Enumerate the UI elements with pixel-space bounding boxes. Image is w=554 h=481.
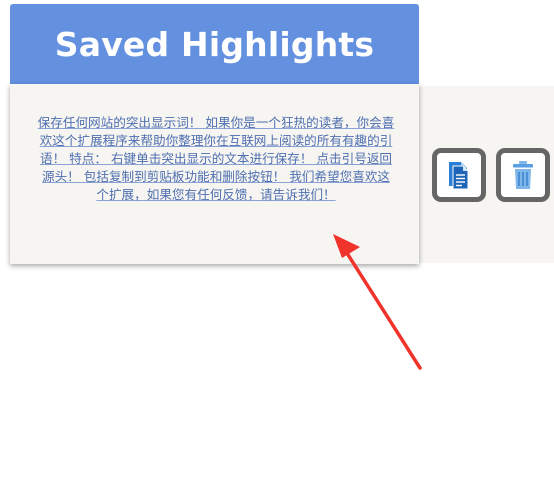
saved-highlights-popup: Saved Highlights 保存任何网站的突出显示词！ 如果你是一个狂热的… xyxy=(0,0,554,481)
copy-document-icon xyxy=(449,162,469,190)
delete-highlight-button[interactable] xyxy=(496,148,550,202)
copy-to-clipboard-button[interactable] xyxy=(432,148,486,202)
header-bar: Saved Highlights xyxy=(10,4,419,84)
page-title: Saved Highlights xyxy=(54,24,375,64)
highlight-quote-link[interactable]: 保存任何网站的突出显示词！ 如果你是一个狂热的读者，你会喜欢这个扩展程序来帮助你… xyxy=(36,114,396,204)
highlight-card: 保存任何网站的突出显示词！ 如果你是一个狂热的读者，你会喜欢这个扩展程序来帮助你… xyxy=(10,84,419,264)
trash-icon xyxy=(513,161,533,189)
